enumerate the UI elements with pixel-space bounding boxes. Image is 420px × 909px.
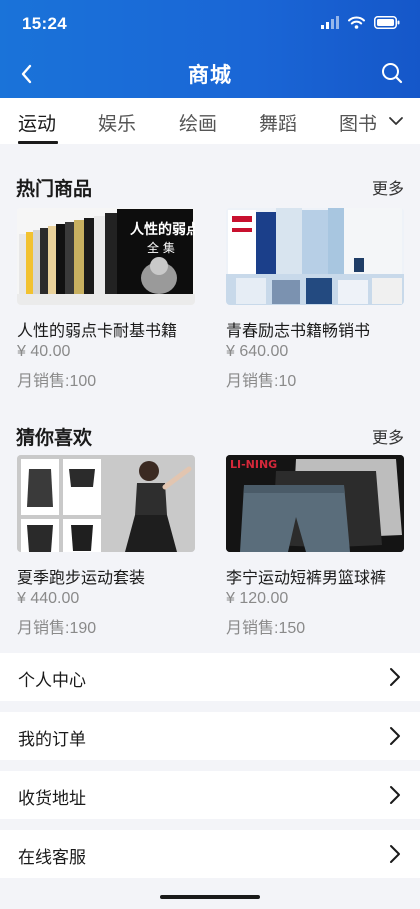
chevron-right-icon [390, 786, 400, 804]
status-icons [321, 16, 400, 29]
product-image-book-set[interactable]: 人性的弱点 全 集 [17, 208, 195, 305]
guess-section-title: 猜你喜欢 [16, 428, 93, 449]
youth-books-illustration [226, 208, 404, 305]
tab-sports[interactable]: 运动 [18, 109, 56, 136]
product-sales: 月销售:150 [226, 620, 306, 637]
menu-label: 在线客服 [18, 848, 86, 867]
product-sales: 月销售:10 [226, 373, 297, 390]
app-header: 15:24 商城 [0, 0, 420, 98]
active-tab-indicator [18, 141, 58, 144]
status-bar: 15:24 [0, 0, 420, 50]
running-set-illustration [17, 455, 195, 552]
product-price: ¥ 440.00 [17, 590, 80, 607]
hot-more-link[interactable]: 更多 [372, 175, 404, 199]
menu-my-orders[interactable]: 我的订单 [0, 712, 420, 760]
product-price: ¥ 640.00 [226, 343, 289, 360]
category-tabs: 运动 娱乐 绘画 舞蹈 图书 [0, 98, 420, 144]
signal-icon [321, 16, 339, 29]
menu-label: 我的订单 [18, 730, 86, 749]
product-name: 夏季跑步运动套装 [17, 570, 146, 587]
tab-dance[interactable]: 舞蹈 [259, 109, 297, 136]
tab-books[interactable]: 图书 [339, 109, 377, 136]
chevron-down-icon[interactable] [386, 111, 406, 131]
menu-personal-center[interactable]: 个人中心 [0, 653, 420, 701]
menu-label: 个人中心 [18, 671, 86, 690]
chevron-right-icon [390, 845, 400, 863]
product-image-lining-shorts[interactable]: LI-NING [226, 455, 404, 552]
guess-more-link[interactable]: 更多 [372, 424, 404, 448]
book-set-illustration: 人性的弱点 全 集 [17, 208, 195, 305]
product-sales: 月销售:190 [17, 620, 97, 637]
battery-icon [374, 16, 400, 29]
hot-section-title: 热门商品 [16, 179, 93, 200]
tab-painting[interactable]: 绘画 [179, 109, 217, 136]
chevron-right-icon [390, 668, 400, 686]
home-indicator [160, 895, 260, 899]
search-icon[interactable] [378, 59, 406, 87]
product-name: 青春励志书籍畅销书 [226, 323, 371, 340]
brand-logo: LI-NING [230, 458, 277, 471]
cover-title: 人性的弱点 [130, 221, 195, 238]
menu-label: 收货地址 [18, 789, 86, 808]
page-title: 商城 [188, 64, 232, 87]
product-sales: 月销售:100 [17, 373, 97, 390]
tab-entertainment[interactable]: 娱乐 [98, 109, 136, 136]
chevron-right-icon [390, 727, 400, 745]
status-time: 15:24 [22, 14, 67, 33]
product-image-running-set[interactable] [17, 455, 195, 552]
wifi-icon [348, 16, 365, 29]
cover-subtitle: 全 集 [147, 240, 175, 255]
product-name: 李宁运动短裤男篮球裤 [226, 570, 387, 587]
product-name: 人性的弱点卡耐基书籍 [17, 323, 178, 340]
nav-bar: 商城 [0, 50, 420, 98]
product-price: ¥ 120.00 [226, 590, 289, 607]
product-price: ¥ 40.00 [17, 343, 71, 360]
lining-shorts-illustration: LI-NING [226, 455, 404, 552]
menu-online-service[interactable]: 在线客服 [0, 830, 420, 878]
product-image-youth-books[interactable] [226, 208, 404, 305]
menu-shipping-address[interactable]: 收货地址 [0, 771, 420, 819]
